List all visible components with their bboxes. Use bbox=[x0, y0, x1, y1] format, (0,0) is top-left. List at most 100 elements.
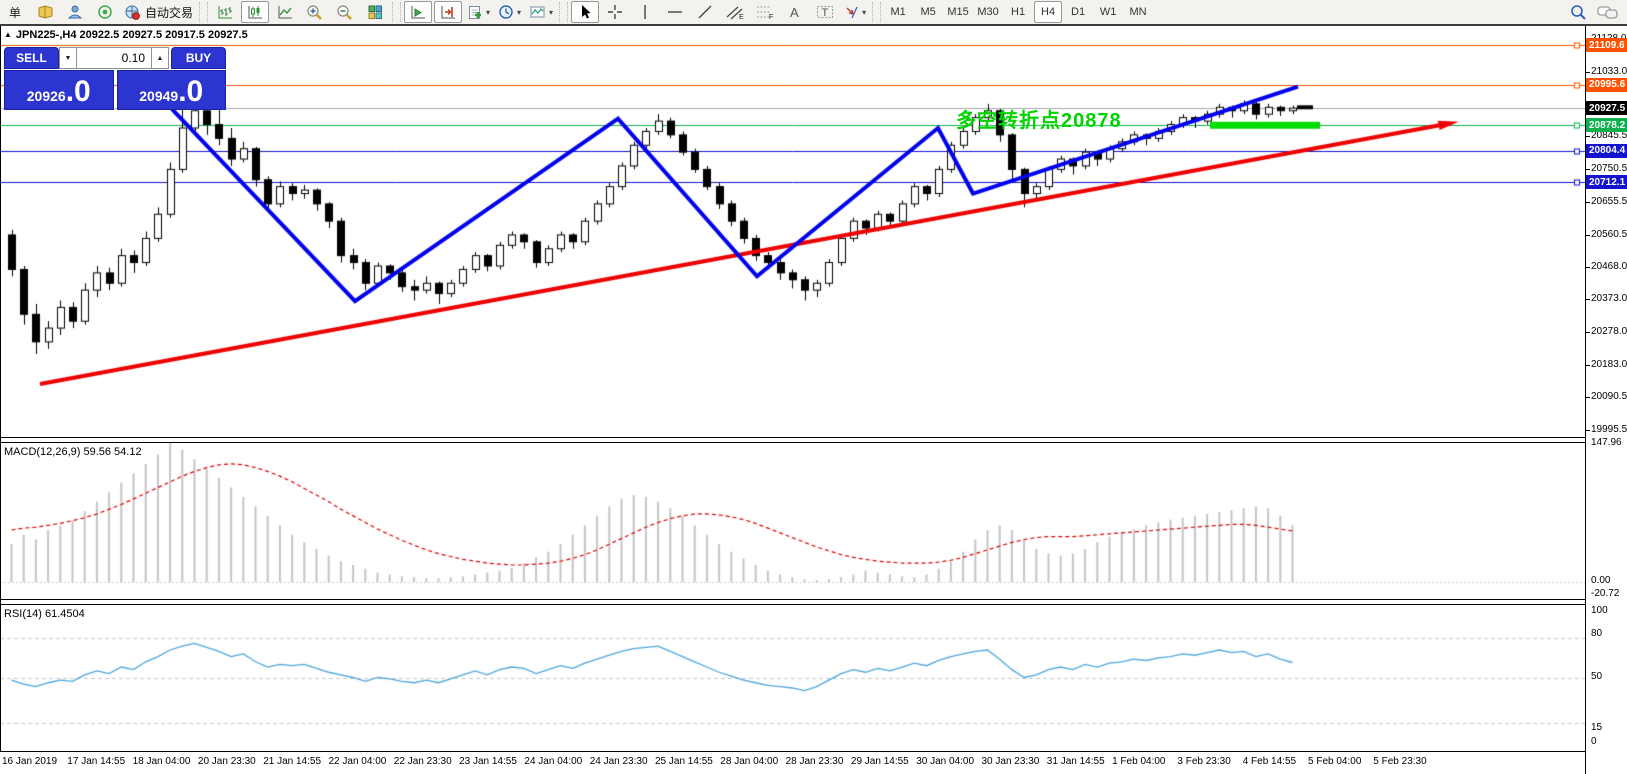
svg-text:E: E bbox=[739, 14, 744, 20]
chart-window: ▲JPN225-,H4 20922.5 20927.5 20917.5 2092… bbox=[0, 26, 1627, 774]
search-icon bbox=[1569, 3, 1587, 21]
new-chart-button[interactable]: ▾ bbox=[464, 1, 493, 23]
timeframe-button-mn[interactable]: MN bbox=[1124, 1, 1152, 23]
spinner-up-icon: ▲ bbox=[157, 55, 164, 62]
dropdown-caret-icon: ▾ bbox=[862, 8, 866, 17]
sell-price-int: 20926 bbox=[27, 86, 66, 106]
time-axis-label: 1 Feb 04:00 bbox=[1112, 756, 1165, 767]
price-tick-label: 20655.5 bbox=[1591, 196, 1627, 207]
bar-chart-button[interactable] bbox=[211, 1, 239, 23]
volume-decrease-button[interactable]: ▼ bbox=[59, 47, 77, 69]
new-order-button[interactable] bbox=[31, 1, 59, 23]
chart-shift-button[interactable] bbox=[434, 1, 462, 23]
menu-text[interactable]: 单 bbox=[1, 1, 29, 23]
time-axis-label: 30 Jan 23:30 bbox=[982, 756, 1040, 767]
time-axis-label: 20 Jan 23:30 bbox=[198, 756, 256, 767]
cursor-tool-button[interactable] bbox=[571, 1, 599, 23]
pane-separator[interactable] bbox=[0, 604, 1585, 605]
market-watch-button[interactable] bbox=[61, 1, 89, 23]
text-label-tool-button[interactable]: T bbox=[811, 1, 839, 23]
text-tool-button[interactable]: A bbox=[781, 1, 809, 23]
collapse-triangle-icon[interactable]: ▲ bbox=[4, 30, 12, 39]
pane-separator[interactable] bbox=[0, 437, 1585, 438]
candlestick-chart-icon bbox=[247, 4, 264, 20]
indicator-window-button[interactable]: ▾ bbox=[526, 1, 556, 23]
period-button[interactable]: ▾ bbox=[495, 1, 524, 23]
toolbar-separator bbox=[872, 2, 881, 22]
vertical-line-tool-button[interactable] bbox=[631, 1, 659, 23]
zoom-out-button[interactable] bbox=[331, 1, 359, 23]
zoom-in-button[interactable] bbox=[301, 1, 329, 23]
price-tick-label: 21033.0 bbox=[1591, 66, 1627, 77]
indicator-window-icon bbox=[529, 4, 547, 20]
new-order-icon bbox=[37, 4, 54, 20]
time-axis-label: 28 Jan 04:00 bbox=[720, 756, 778, 767]
timeframe-button-h4[interactable]: H4 bbox=[1034, 1, 1062, 23]
tile-windows-button[interactable] bbox=[361, 1, 389, 23]
toolbar-right-group bbox=[1563, 1, 1627, 23]
arrows-tool-button[interactable]: ▾ bbox=[841, 1, 869, 23]
buy-button-label: BUY bbox=[186, 51, 211, 65]
crosshair-tool-button[interactable] bbox=[601, 1, 629, 23]
timeframe-button-m15[interactable]: M15 bbox=[944, 1, 972, 23]
sell-button[interactable]: SELL bbox=[4, 47, 59, 69]
buy-price-int: 20949 bbox=[139, 86, 178, 106]
rsi-pane-canvas[interactable] bbox=[0, 605, 1585, 751]
timeframe-button-h1[interactable]: H1 bbox=[1004, 1, 1032, 23]
time-axis-label: 31 Jan 14:55 bbox=[1047, 756, 1105, 767]
price-line-label: 20995.6 bbox=[1586, 78, 1627, 92]
horizontal-line-tool-button[interactable] bbox=[661, 1, 689, 23]
time-axis-label: 16 Jan 2019 bbox=[2, 756, 57, 767]
volume-increase-button[interactable]: ▲ bbox=[151, 47, 169, 69]
buy-button[interactable]: BUY bbox=[171, 47, 226, 69]
buy-price-box[interactable]: 20949.0 bbox=[117, 70, 227, 110]
time-axis-label: 29 Jan 14:55 bbox=[851, 756, 909, 767]
sell-price-box[interactable]: 20926.0 bbox=[4, 70, 114, 110]
price-tick-label: 20090.5 bbox=[1591, 391, 1627, 402]
time-axis-label: 25 Jan 14:55 bbox=[655, 756, 713, 767]
pane-separator[interactable] bbox=[0, 442, 1585, 443]
price-tick-label: 19995.5 bbox=[1591, 424, 1627, 435]
line-chart-button[interactable] bbox=[271, 1, 299, 23]
trendline-tool-button[interactable] bbox=[691, 1, 719, 23]
signals-button[interactable] bbox=[91, 1, 119, 23]
timeframe-group: M1M5M15M30H1H4D1W1MN bbox=[883, 1, 1153, 23]
price-axis[interactable]: 21128.021033.020845.520750.520655.520560… bbox=[1586, 26, 1627, 774]
macd-indicator-label: MACD(12,26,9) 59.56 54.12 bbox=[4, 446, 142, 458]
zoom-in-icon bbox=[306, 4, 324, 21]
auto-scroll-button[interactable] bbox=[404, 1, 432, 23]
timeframe-button-d1[interactable]: D1 bbox=[1064, 1, 1092, 23]
one-click-trade-panel: SELL ▼ ▲ BUY 20926.0 20949.0 bbox=[4, 47, 226, 110]
autotrade-label: 自动交易 bbox=[145, 4, 193, 21]
search-button[interactable] bbox=[1564, 1, 1592, 23]
main-chart-canvas[interactable] bbox=[0, 27, 1585, 436]
fibonacci-tool-button[interactable]: F bbox=[751, 1, 779, 23]
candlestick-chart-button[interactable] bbox=[241, 1, 269, 23]
timeframe-button-m30[interactable]: M30 bbox=[974, 1, 1002, 23]
autotrade-button[interactable]: 自动交易 bbox=[121, 1, 196, 23]
cursor-icon bbox=[578, 4, 592, 20]
price-tick-mark bbox=[1586, 397, 1590, 398]
timeframe-button-w1[interactable]: W1 bbox=[1094, 1, 1122, 23]
price-tick-label: 20750.5 bbox=[1591, 163, 1627, 174]
timeframe-button-m1[interactable]: M1 bbox=[884, 1, 912, 23]
price-tick-label: 20560.5 bbox=[1591, 229, 1627, 240]
chat-button[interactable] bbox=[1594, 1, 1622, 23]
time-axis-label: 5 Feb 23:30 bbox=[1373, 756, 1426, 767]
timeframe-button-m5[interactable]: M5 bbox=[914, 1, 942, 23]
period-clock-icon bbox=[498, 4, 515, 20]
channel-tool-button[interactable]: E bbox=[721, 1, 749, 23]
current-price-label: 20927.5 bbox=[1586, 101, 1627, 115]
pane-separator[interactable] bbox=[0, 599, 1585, 600]
time-axis-label: 22 Jan 23:30 bbox=[394, 756, 452, 767]
time-axis[interactable]: 16 Jan 201917 Jan 14:5518 Jan 04:0020 Ja… bbox=[0, 752, 1585, 774]
time-axis-label: 17 Jan 14:55 bbox=[67, 756, 125, 767]
macd-pane-canvas[interactable] bbox=[0, 443, 1585, 599]
svg-text:T: T bbox=[822, 7, 829, 19]
time-axis-label: 23 Jan 14:55 bbox=[459, 756, 517, 767]
trendline-icon bbox=[697, 4, 713, 20]
volume-input[interactable] bbox=[77, 47, 151, 69]
spinner-down-icon: ▼ bbox=[65, 55, 72, 62]
indicator-tick-label: 0.00 bbox=[1591, 575, 1610, 586]
text-label-icon: T bbox=[816, 4, 834, 20]
